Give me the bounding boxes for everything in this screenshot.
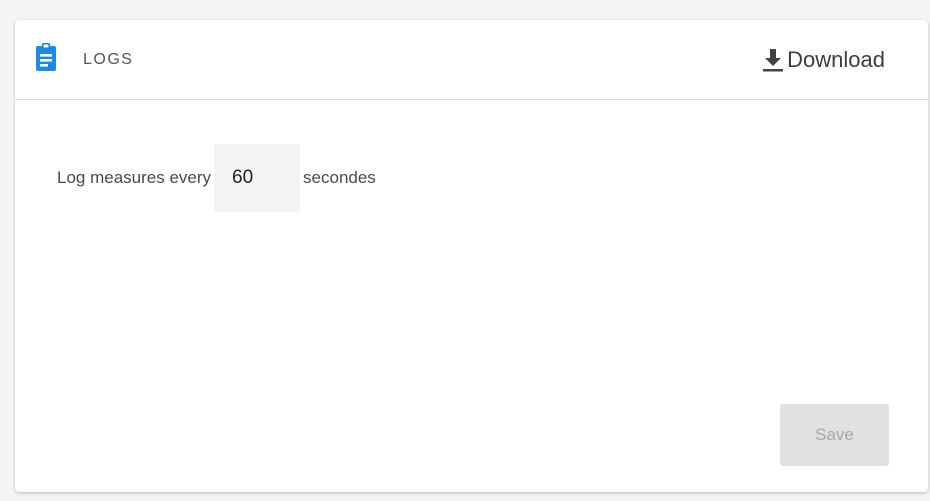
interval-input[interactable] (214, 144, 301, 212)
download-label: Download (787, 47, 885, 72)
log-interval-label: Log measures every (57, 168, 212, 187)
card-body: Log measures every secondes Save (15, 101, 928, 492)
interval-unit-label: secondes (303, 168, 376, 187)
clipboard-icon (36, 43, 56, 71)
download-icon (763, 49, 784, 72)
card-title: LOGS (83, 51, 134, 68)
save-button[interactable]: Save (780, 404, 889, 466)
logs-card: LOGS Download Log measures every seconde… (15, 20, 928, 492)
log-interval-row: Log measures every secondes (57, 144, 376, 212)
download-button[interactable]: Download (763, 44, 885, 76)
card-header: LOGS Download (15, 20, 928, 100)
